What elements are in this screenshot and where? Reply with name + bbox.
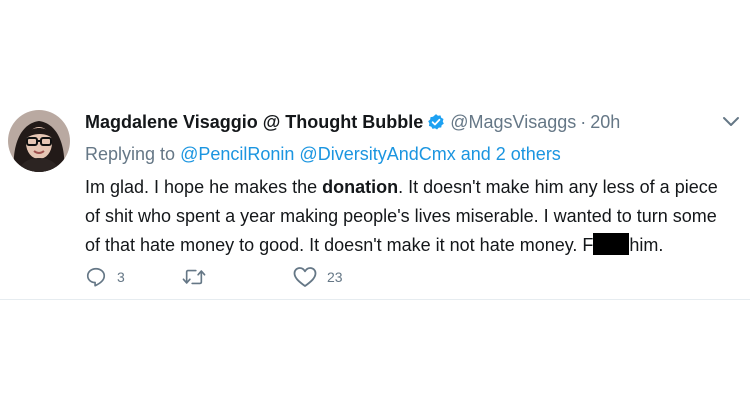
mention-link[interactable]: @DiversityAndCmx	[299, 144, 455, 164]
avatar[interactable]	[8, 110, 70, 172]
replying-to-label: Replying to	[85, 144, 176, 164]
avatar-image	[8, 110, 70, 172]
mention-link[interactable]: @PencilRonin	[180, 144, 294, 164]
tweet-text-part: him.	[629, 235, 664, 255]
chevron-down-icon[interactable]	[722, 116, 740, 128]
reply-count: 3	[117, 269, 125, 285]
reply-button[interactable]: 3	[85, 266, 125, 288]
display-name[interactable]: Magdalene Visaggio @ Thought Bubble	[85, 112, 423, 133]
heart-icon	[293, 267, 317, 287]
like-button[interactable]: 23	[293, 266, 343, 288]
redaction-box	[593, 233, 630, 255]
handle[interactable]: @MagsVisaggs	[450, 112, 576, 133]
tweet: Magdalene Visaggio @ Thought Bubble @Mag…	[0, 92, 750, 302]
reply-icon	[86, 267, 106, 287]
tweet-text-part: Im glad. I hope he makes the	[85, 177, 323, 197]
replying-to: Replying to @PencilRonin @DiversityAndCm…	[85, 144, 561, 165]
like-count: 23	[327, 269, 343, 285]
tweet-text-bold: donation	[322, 177, 399, 197]
retweet-icon	[182, 269, 206, 285]
retweet-button[interactable]	[182, 266, 216, 288]
tweet-text: Im glad. I hope he makes the donation. I…	[85, 173, 725, 260]
others-link[interactable]: and 2 others	[461, 144, 561, 164]
separator-dot: ·	[580, 111, 587, 132]
tweet-header: Magdalene Visaggio @ Thought Bubble @Mag…	[85, 110, 620, 134]
timestamp[interactable]: 20h	[590, 112, 620, 133]
verified-badge-icon	[428, 114, 445, 130]
divider	[0, 299, 750, 300]
